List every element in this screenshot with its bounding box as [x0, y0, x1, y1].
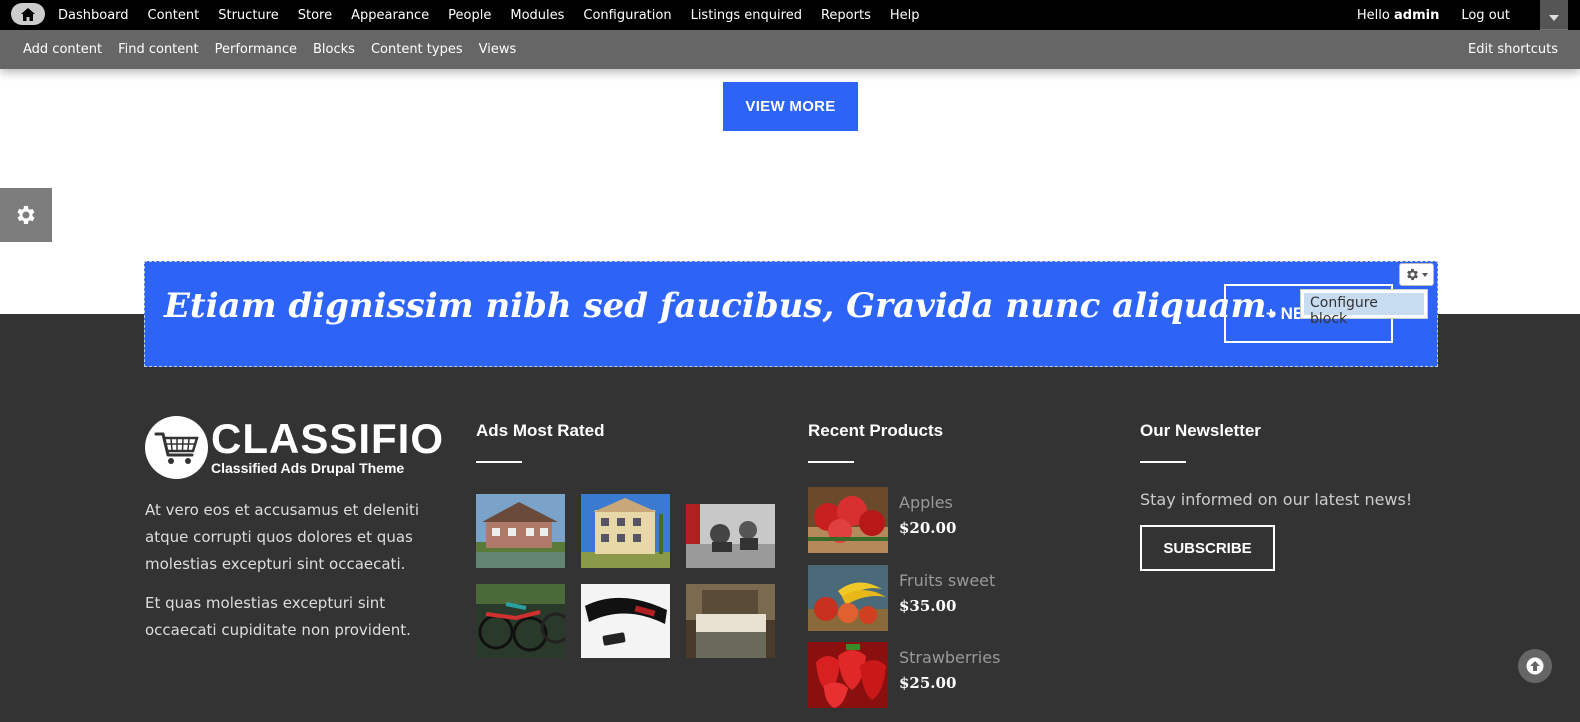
- product-item[interactable]: Fruits sweet $35.00: [808, 565, 1108, 631]
- about-paragraph: Et quas molestias excepturi sint occaeca…: [145, 594, 411, 639]
- newsletter-text: Stay informed on our latest news!: [1140, 490, 1413, 509]
- product-price: $20.00: [899, 519, 957, 537]
- admin-menu-listings-enquired[interactable]: Listings enquired: [683, 8, 813, 23]
- subscribe-button[interactable]: SUBSCRIBE: [1140, 525, 1275, 571]
- arrow-up-icon[interactable]: [1518, 649, 1552, 683]
- product-name[interactable]: Fruits sweet: [899, 571, 995, 590]
- shortcut-bar: Add content Find content Performance Blo…: [0, 30, 1580, 69]
- brand-name: CLASSIFIO: [211, 414, 445, 462]
- admin-menu-help[interactable]: Help: [882, 8, 931, 23]
- product-price: $35.00: [899, 597, 957, 615]
- shortcut-content-types[interactable]: Content types: [363, 42, 471, 57]
- about-paragraph: At vero eos et accusamus et deleniti atq…: [145, 501, 420, 573]
- shortcut-list: Add content Find content Performance Blo…: [15, 30, 524, 69]
- ad-thumb-building[interactable]: [581, 494, 670, 568]
- product-thumb-fruits[interactable]: [808, 565, 888, 631]
- title-divider: [808, 461, 854, 463]
- product-item[interactable]: Apples $20.00: [808, 487, 1108, 553]
- ad-thumb-bicycles[interactable]: [476, 584, 565, 658]
- product-thumb-strawberries[interactable]: [808, 642, 888, 708]
- ad-thumb-gym[interactable]: [686, 494, 775, 568]
- admin-menu-people[interactable]: People: [440, 8, 502, 23]
- admin-menu-modules[interactable]: Modules: [502, 8, 575, 23]
- product-name[interactable]: Strawberries: [899, 648, 1000, 667]
- brand-text: CLASSIFIO Classified Ads Drupal Theme: [211, 414, 445, 477]
- chevron-down-icon[interactable]: [1540, 0, 1568, 30]
- view-more-button[interactable]: VIEW MORE: [723, 82, 858, 131]
- configure-block-link[interactable]: Configure block: [1304, 293, 1424, 327]
- shortcut-performance[interactable]: Performance: [207, 42, 305, 57]
- admin-menu-reports[interactable]: Reports: [813, 8, 882, 23]
- admin-user-area: Hello admin Log out: [1357, 0, 1580, 30]
- title-divider: [1140, 461, 1186, 463]
- ads-most-rated-title: Ads Most Rated: [476, 421, 605, 440]
- edit-shortcuts-link[interactable]: Edit shortcuts: [1468, 30, 1558, 69]
- logout-link[interactable]: Log out: [1461, 8, 1510, 23]
- admin-menu-appearance[interactable]: Appearance: [343, 8, 440, 23]
- shortcut-add-content[interactable]: Add content: [15, 42, 110, 57]
- home-icon[interactable]: [11, 3, 45, 25]
- promo-banner: Etiam dignissim nibh sed faucibus, Gravi…: [144, 261, 1438, 367]
- recent-products-title: Recent Products: [808, 421, 944, 440]
- ad-thumb-house[interactable]: [476, 494, 565, 568]
- admin-menu-store[interactable]: Store: [290, 8, 343, 23]
- caret-down-icon: [1422, 272, 1428, 277]
- shortcut-blocks[interactable]: Blocks: [305, 42, 363, 57]
- newsletter-title: Our Newsletter: [1140, 421, 1261, 440]
- admin-menu-dashboard[interactable]: Dashboard: [50, 8, 140, 23]
- shopping-cart-icon: [145, 416, 208, 479]
- shortcut-views[interactable]: Views: [471, 42, 525, 57]
- promo-text: Etiam dignissim nibh sed faucibus, Gravi…: [164, 286, 1279, 326]
- username[interactable]: admin: [1394, 8, 1439, 23]
- footer-brand[interactable]: CLASSIFIO Classified Ads Drupal Theme: [145, 416, 444, 479]
- ad-thumb-bedroom[interactable]: [686, 584, 775, 658]
- admin-toolbar: Dashboard Content Structure Store Appear…: [0, 0, 1580, 30]
- ad-thumb-gadget[interactable]: [581, 584, 670, 658]
- product-price: $25.00: [899, 674, 957, 692]
- gear-icon[interactable]: [0, 188, 52, 242]
- contextual-dropdown: Configure block: [1300, 289, 1428, 327]
- admin-menu: Dashboard Content Structure Store Appear…: [50, 0, 930, 30]
- admin-menu-content[interactable]: Content: [140, 8, 211, 23]
- hello-text: Hello admin: [1356, 7, 1440, 23]
- title-divider: [476, 461, 522, 463]
- product-item[interactable]: Strawberries $25.00: [808, 642, 1108, 708]
- product-name[interactable]: Apples: [899, 493, 953, 512]
- product-thumb-apples[interactable]: [808, 487, 888, 553]
- admin-menu-configuration[interactable]: Configuration: [575, 8, 682, 23]
- admin-menu-structure[interactable]: Structure: [210, 8, 289, 23]
- shortcut-find-content[interactable]: Find content: [110, 42, 207, 57]
- ads-grid: [476, 494, 775, 658]
- gear-icon[interactable]: [1399, 263, 1434, 286]
